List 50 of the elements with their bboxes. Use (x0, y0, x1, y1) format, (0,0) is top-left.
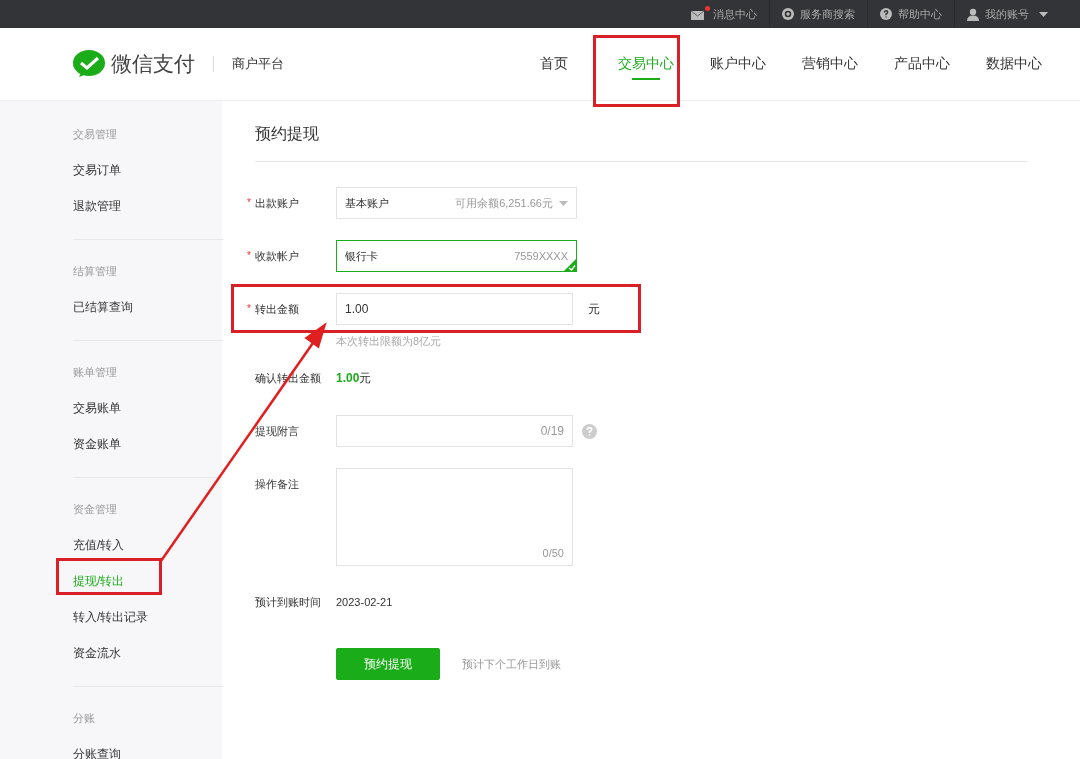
sidebar-group-title: 结算管理 (73, 264, 118, 279)
sidebar-item[interactable]: 充值/转入 (73, 527, 223, 563)
required-mark: * (247, 249, 251, 263)
top-bar-link[interactable]: 帮助中心 (867, 0, 954, 28)
nav-tab[interactable]: 账户中心 (692, 28, 784, 100)
nav-tab[interactable]: 数据中心 (968, 28, 1060, 100)
arrival-note: 预计下个工作日到账 (462, 656, 561, 672)
search-icon (782, 8, 794, 20)
page-title: 预约提现 (255, 101, 1027, 162)
unit-label: 元 (588, 300, 600, 318)
sidebar-item[interactable]: 资金账单 (73, 426, 223, 462)
confirm-amount: 1.00元 (336, 371, 372, 385)
arrival-date: 2023-02-21 (336, 596, 393, 608)
required-mark: * (247, 196, 251, 210)
sidebar-group-title: 分账 (73, 711, 96, 726)
field-label: 转出金额 (255, 303, 299, 315)
sidebar-group-title: 账单管理 (73, 365, 118, 380)
sidebar-item[interactable]: 交易订单 (73, 152, 223, 188)
sidebar-item[interactable]: 分账查询 (73, 736, 223, 759)
field-label: 收款帐户 (255, 250, 299, 262)
caret-icon (1039, 11, 1048, 17)
user-icon (967, 7, 979, 21)
sidebar-item[interactable]: 已结算查询 (73, 289, 223, 325)
platform-name: 商户平台 (232, 55, 284, 73)
logo-text: 微信支付 (111, 51, 195, 77)
top-bar-link[interactable]: 消息中心 (679, 0, 769, 28)
top-bar-link[interactable]: 服务商搜索 (769, 0, 867, 28)
field-label: 提现附言 (255, 425, 299, 437)
amount-input[interactable]: 1.00 (336, 293, 573, 325)
field-label: 操作备注 (255, 478, 299, 490)
field-label: 预计到账时间 (255, 596, 321, 608)
logo-icon (73, 50, 105, 78)
help-icon[interactable] (582, 423, 597, 439)
sidebar-group-title: 交易管理 (73, 127, 118, 142)
top-bar-link[interactable]: 我的账号 (954, 0, 1060, 28)
required-mark: * (247, 302, 251, 316)
nav-tab[interactable]: 营销中心 (784, 28, 876, 100)
limit-hint: 本次转出限额为8亿元 (336, 334, 443, 349)
sidebar-item[interactable]: 退款管理 (73, 188, 223, 224)
account-select[interactable]: 基本账户 可用余额6,251.66元 (336, 187, 577, 219)
sidebar-item[interactable]: 转入/转出记录 (73, 599, 223, 635)
sidebar-item[interactable]: 交易账单 (73, 390, 223, 426)
sidebar-item[interactable]: 资金流水 (73, 635, 223, 671)
help-icon (880, 8, 892, 20)
nav-tab[interactable]: 产品中心 (876, 28, 968, 100)
caret-icon (559, 200, 568, 206)
nav-tab[interactable]: 首页 (508, 28, 600, 100)
account-select[interactable]: 银行卡 7559XXXX (336, 240, 577, 272)
field-label: 出款账户 (255, 197, 299, 209)
sidebar-group-title: 资金管理 (73, 502, 118, 517)
